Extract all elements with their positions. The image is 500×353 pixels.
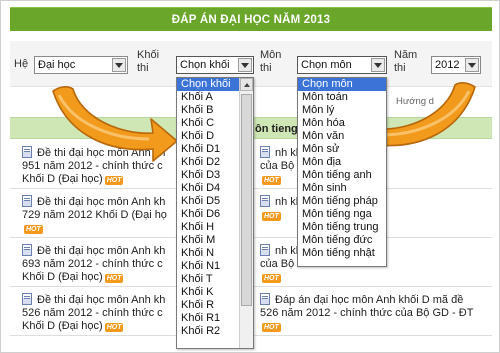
- document-icon: [260, 195, 270, 207]
- document-icon: [260, 293, 270, 305]
- dropdown-option[interactable]: Môn lý: [298, 104, 386, 117]
- mon-label: Môn thi: [260, 49, 282, 74]
- nam-label: Năm thi: [394, 49, 418, 74]
- chevron-down-icon[interactable]: [371, 58, 385, 72]
- result-link-left[interactable]: Đề thi đại học môn Anh kh 693 năm 2012 - …: [22, 244, 182, 284]
- hot-badge: HOT: [104, 176, 124, 185]
- he-label: Hệ: [14, 58, 29, 70]
- dropdown-option[interactable]: Môn tiếng nhật: [298, 247, 386, 260]
- khoi-select[interactable]: Chọn khối: [176, 56, 254, 74]
- scroll-up-icon[interactable]: [240, 78, 253, 91]
- page-title-bar: ĐÁP ÁN ĐẠI HỌC NĂM 2013: [10, 7, 492, 31]
- mon-select-value: Chọn môn: [301, 59, 352, 71]
- result-text: Đề thi đại học môn Anh kh: [37, 294, 166, 306]
- hot-badge: HOT: [104, 323, 124, 332]
- mon-dropdown-list[interactable]: Chọn môn Môn toán Môn lý Môn hóa Môn văn Môn …: [297, 77, 387, 267]
- dropdown-option[interactable]: Môn hóa: [298, 117, 386, 130]
- result-link-left[interactable]: Đề thi đại học môn Anh kh 526 năm 2012 - …: [22, 293, 182, 333]
- dropdown-option[interactable]: Môn tiếng đức: [298, 234, 386, 247]
- result-text: 729 năm 2012 Khối D (Đại họ: [22, 209, 167, 221]
- result-text: Khối D (Đại học): [22, 173, 103, 185]
- hot-badge: HOT: [104, 274, 124, 283]
- chevron-down-icon[interactable]: [112, 58, 126, 72]
- he-select[interactable]: Đại học: [34, 56, 128, 74]
- document-icon: [22, 195, 32, 207]
- document-icon: [22, 293, 32, 305]
- khoi-dropdown-list[interactable]: Chọn khối Khối A Khối B Khối C Khối D Khối D1…: [176, 77, 254, 349]
- he-select-value: Đại học: [38, 59, 76, 71]
- page-title: ĐÁP ÁN ĐẠI HỌC NĂM 2013: [171, 13, 331, 26]
- document-icon: [22, 244, 32, 256]
- dropdown-option[interactable]: Môn sinh: [298, 182, 386, 195]
- chevron-down-icon[interactable]: [238, 58, 252, 72]
- hot-badge: HOT: [262, 176, 281, 185]
- left-arrow-graphic: [52, 86, 178, 162]
- hot-badge: HOT: [262, 274, 281, 283]
- document-icon: [260, 146, 270, 158]
- results-header-text: ôn tieng: [255, 123, 298, 135]
- result-text: Khối D (Đại học): [22, 320, 103, 332]
- nam-select[interactable]: 2012: [431, 56, 481, 74]
- result-text: 693 năm 2012 - chính thức c: [22, 258, 163, 270]
- result-link-left[interactable]: Đề thi đại học môn Anh kh 729 năm 2012 Kh…: [22, 195, 182, 235]
- scroll-thumb[interactable]: [241, 94, 252, 306]
- dropdown-option[interactable]: Môn tiếng pháp: [298, 195, 386, 208]
- dropdown-option[interactable]: Môn văn: [298, 130, 386, 143]
- khoi-scrollbar[interactable]: [239, 78, 253, 348]
- result-text: Đề thi đại học môn Anh kh: [37, 245, 166, 257]
- result-text: Khối D (Đại học): [22, 271, 103, 283]
- dropdown-option[interactable]: Chọn môn: [298, 78, 386, 91]
- result-text: 526 năm 2012 - chính thức của Bộ GD - ĐT: [260, 307, 474, 319]
- dropdown-option[interactable]: Môn tiếng anh: [298, 169, 386, 182]
- mon-select[interactable]: Chọn môn: [297, 56, 387, 74]
- result-text: Đề thi đại học môn Anh kh: [37, 196, 166, 208]
- result-text: Đáp án đại học môn Anh khối D mã đề: [275, 294, 464, 306]
- result-link-right[interactable]: Đáp án đại học môn Anh khối D mã đề 526 n…: [260, 293, 490, 333]
- page-frame: ĐÁP ÁN ĐẠI HỌC NĂM 2013 Hệ Đại học Khối …: [0, 0, 500, 353]
- chevron-down-icon[interactable]: [465, 58, 479, 72]
- dropdown-option[interactable]: Môn tiếng trung: [298, 221, 386, 234]
- dropdown-option[interactable]: Môn tiếng nga: [298, 208, 386, 221]
- hot-badge: HOT: [262, 323, 281, 332]
- dropdown-option[interactable]: Môn toán: [298, 91, 386, 104]
- hot-badge: HOT: [262, 212, 281, 221]
- result-text: 526 năm 2012 - chính thức c: [22, 307, 163, 319]
- hot-badge: HOT: [24, 225, 43, 234]
- dropdown-option[interactable]: Môn sử: [298, 143, 386, 156]
- khoi-select-value: Chọn khối: [180, 59, 230, 71]
- khoi-label: Khối thi: [137, 49, 160, 74]
- document-icon: [22, 146, 32, 158]
- document-icon: [260, 244, 270, 256]
- nam-select-value: 2012: [435, 59, 460, 71]
- dropdown-option[interactable]: Môn địa: [298, 156, 386, 169]
